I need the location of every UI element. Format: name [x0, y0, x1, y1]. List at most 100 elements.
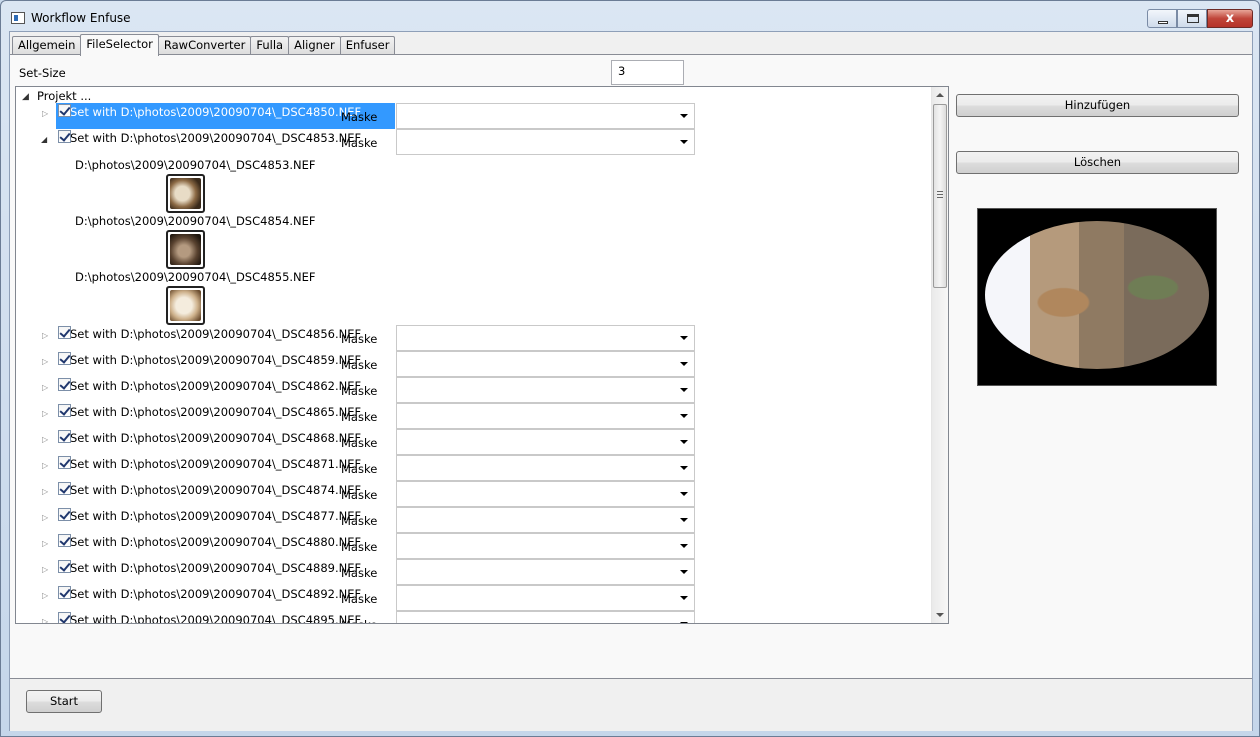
set-checkbox[interactable]: [58, 326, 71, 339]
expand-icon[interactable]: ▷: [42, 487, 48, 496]
expand-icon[interactable]: ▷: [42, 331, 48, 340]
expand-icon[interactable]: ▷: [42, 409, 48, 418]
chevron-down-icon: [680, 388, 688, 392]
set-row[interactable]: ▷ Set with D:\photos\2009\20090704\_DSC48…: [16, 533, 932, 559]
set-row[interactable]: ▷ Set with D:\photos\2009\20090704\_DSC48…: [16, 481, 932, 507]
mask-dropdown[interactable]: [396, 129, 695, 155]
minimize-button[interactable]: [1147, 9, 1177, 28]
set-checkbox[interactable]: [58, 378, 71, 391]
set-checkbox[interactable]: [58, 130, 71, 143]
mask-dropdown[interactable]: [396, 611, 695, 623]
scroll-down-icon[interactable]: [936, 613, 944, 617]
set-row[interactable]: ▷ Set with D:\photos\2009\20090704\_DSC48…: [16, 325, 932, 351]
set-label[interactable]: Set with D:\photos\2009\20090704\_DSC488…: [70, 534, 363, 552]
expand-icon[interactable]: ▷: [42, 591, 48, 600]
set-checkbox[interactable]: [58, 456, 71, 469]
delete-button[interactable]: Löschen: [956, 151, 1239, 174]
set-row[interactable]: ▷ Set with D:\photos\2009\20090704\_DSC48…: [16, 429, 932, 455]
set-checkbox[interactable]: [58, 612, 71, 623]
set-label[interactable]: Set with D:\photos\2009\20090704\_DSC487…: [70, 508, 363, 526]
set-label[interactable]: Set with D:\photos\2009\20090704\_DSC489…: [70, 586, 363, 604]
set-row[interactable]: ▷ Set with D:\photos\2009\20090704\_DSC48…: [16, 611, 932, 623]
file-thumbnail[interactable]: [166, 230, 205, 269]
mask-dropdown[interactable]: [396, 481, 695, 507]
mask-dropdown[interactable]: [396, 351, 695, 377]
add-button[interactable]: Hinzufügen: [956, 94, 1239, 117]
tab-fulla[interactable]: Fulla: [250, 36, 290, 55]
set-row[interactable]: ▷ Set with D:\photos\2009\20090704\_DSC48…: [16, 103, 932, 129]
set-row[interactable]: ▷ Set with D:\photos\2009\20090704\_DSC48…: [16, 351, 932, 377]
set-label[interactable]: Set with D:\photos\2009\20090704\_DSC487…: [70, 482, 363, 500]
start-button[interactable]: Start: [26, 690, 102, 713]
tab-enfuser[interactable]: Enfuser: [339, 36, 396, 55]
expand-icon[interactable]: ▷: [42, 109, 48, 118]
set-checkbox[interactable]: [58, 404, 71, 417]
set-label[interactable]: Set with D:\photos\2009\20090704\_DSC486…: [70, 378, 363, 396]
set-label[interactable]: Set with D:\photos\2009\20090704\_DSC486…: [70, 404, 363, 422]
mask-dropdown[interactable]: [396, 377, 695, 403]
tab-rawconverter[interactable]: RawConverter: [157, 36, 252, 55]
mask-dropdown[interactable]: [396, 455, 695, 481]
root-expander-icon[interactable]: ◢: [22, 92, 29, 102]
mask-dropdown[interactable]: [396, 585, 695, 611]
set-tree[interactable]: ◢ Projekt ... ▷ Set with D:\photos\2009\2…: [15, 86, 949, 624]
set-label[interactable]: Set with D:\photos\2009\20090704\_DSC485…: [70, 352, 363, 370]
expand-icon[interactable]: ▷: [42, 565, 48, 574]
scroll-thumb[interactable]: [933, 104, 947, 288]
minimize-icon: [1158, 21, 1168, 24]
tab-aligner[interactable]: Aligner: [288, 36, 341, 55]
mask-label: Maske: [341, 514, 378, 528]
set-checkbox[interactable]: [58, 534, 71, 547]
chevron-down-icon: [680, 362, 688, 366]
set-row[interactable]: ▷ Set with D:\photos\2009\20090704\_DSC48…: [16, 455, 932, 481]
chevron-down-icon: [680, 622, 688, 623]
tab-fileselector[interactable]: FileSelector: [80, 34, 159, 56]
set-checkbox[interactable]: [58, 352, 71, 365]
set-label[interactable]: Set with D:\photos\2009\20090704\_DSC485…: [70, 326, 363, 344]
tab-allgemein[interactable]: Allgemein: [12, 36, 82, 55]
set-label[interactable]: Set with D:\photos\2009\20090704\_DSC487…: [70, 456, 363, 474]
expand-icon[interactable]: ▷: [42, 539, 48, 548]
set-row[interactable]: ◢ Set with D:\photos\2009\20090704\_DSC48…: [16, 129, 932, 155]
expand-icon[interactable]: ▷: [42, 383, 48, 392]
set-row[interactable]: ▷ Set with D:\photos\2009\20090704\_DSC48…: [16, 377, 932, 403]
thumbnail-image: [170, 178, 201, 209]
collapse-icon[interactable]: ◢: [41, 135, 47, 144]
maximize-icon: [1187, 14, 1199, 23]
set-checkbox[interactable]: [58, 482, 71, 495]
set-checkbox[interactable]: [58, 560, 71, 573]
tree-scrollbar[interactable]: [931, 87, 948, 623]
mask-dropdown[interactable]: [396, 403, 695, 429]
mask-dropdown[interactable]: [396, 559, 695, 585]
set-label[interactable]: Set with D:\photos\2009\20090704\_DSC485…: [70, 130, 363, 148]
set-row[interactable]: ▷ Set with D:\photos\2009\20090704\_DSC48…: [16, 559, 932, 585]
mask-dropdown[interactable]: [396, 533, 695, 559]
file-thumbnail[interactable]: [166, 286, 205, 325]
expand-icon[interactable]: ▷: [42, 461, 48, 470]
scroll-up-icon[interactable]: [936, 93, 944, 97]
mask-dropdown[interactable]: [396, 429, 695, 455]
maximize-button[interactable]: [1177, 9, 1207, 28]
set-row[interactable]: ▷ Set with D:\photos\2009\20090704\_DSC48…: [16, 507, 932, 533]
mask-dropdown[interactable]: [396, 325, 695, 351]
mask-dropdown[interactable]: [396, 507, 695, 533]
set-checkbox[interactable]: [58, 104, 71, 117]
expand-icon[interactable]: ▷: [42, 435, 48, 444]
set-checkbox[interactable]: [58, 586, 71, 599]
set-size-input[interactable]: 3: [611, 60, 684, 85]
set-checkbox[interactable]: [58, 430, 71, 443]
set-label[interactable]: Set with D:\photos\2009\20090704\_DSC489…: [70, 612, 363, 623]
close-button[interactable]: x: [1207, 9, 1253, 28]
file-thumbnail[interactable]: [166, 174, 205, 213]
set-checkbox[interactable]: [58, 508, 71, 521]
expand-icon[interactable]: ▷: [42, 617, 48, 623]
set-row[interactable]: ▷ Set with D:\photos\2009\20090704\_DSC48…: [16, 403, 932, 429]
set-label[interactable]: Set with D:\photos\2009\20090704\_DSC486…: [70, 430, 363, 448]
set-label[interactable]: Set with D:\photos\2009\20090704\_DSC488…: [70, 560, 363, 578]
expand-icon[interactable]: ▷: [42, 513, 48, 522]
expand-icon[interactable]: ▷: [42, 357, 48, 366]
tree-root-label[interactable]: Projekt ...: [37, 89, 91, 103]
set-row[interactable]: ▷ Set with D:\photos\2009\20090704\_DSC48…: [16, 585, 932, 611]
mask-dropdown[interactable]: [396, 103, 695, 129]
mask-label: Maske: [341, 136, 378, 150]
